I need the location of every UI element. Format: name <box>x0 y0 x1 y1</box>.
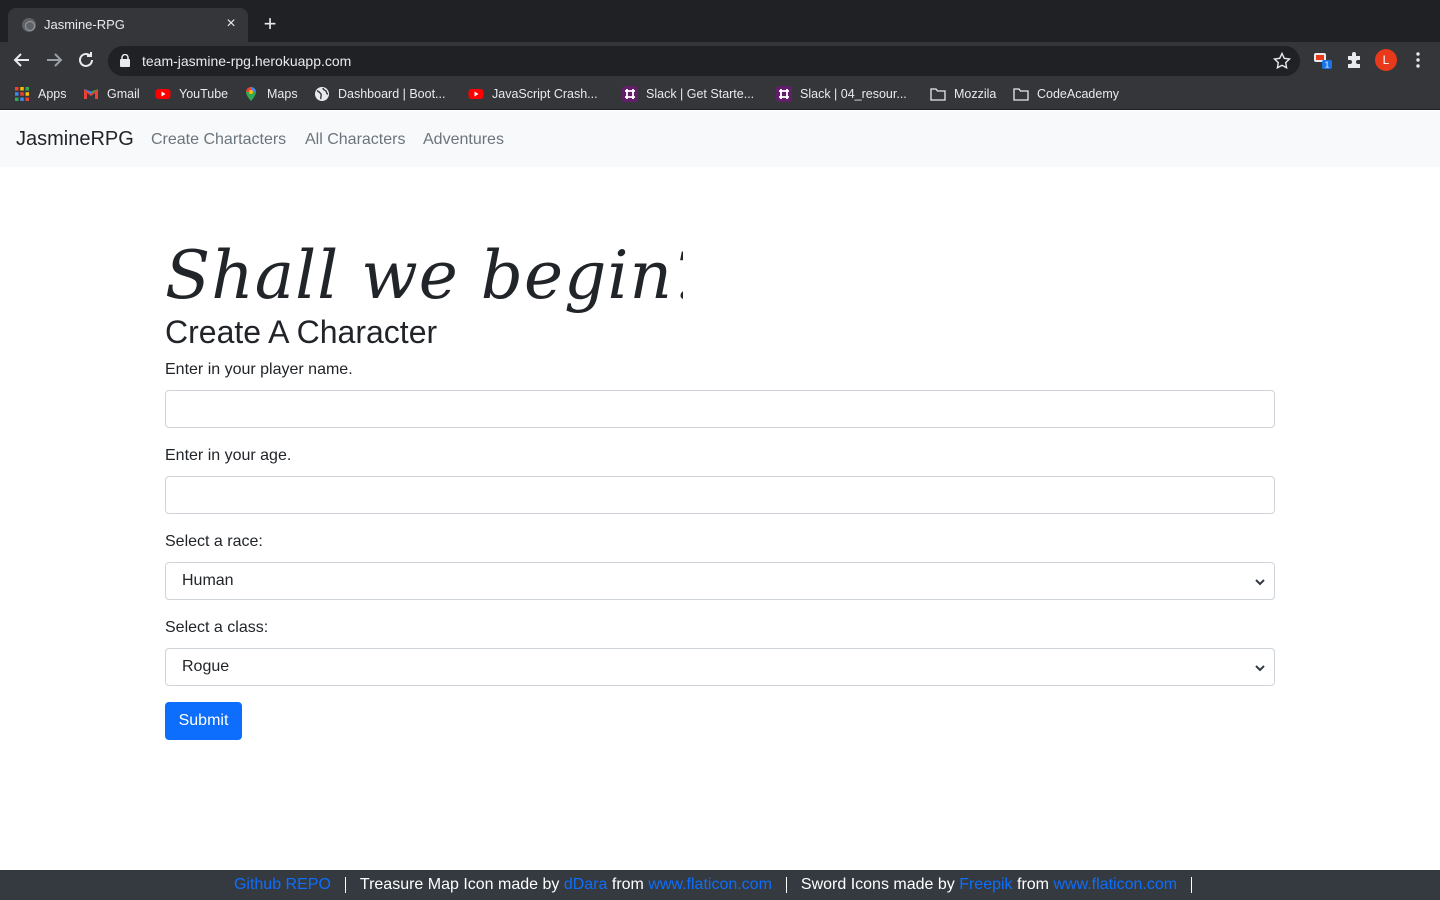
sword-credit-text: Sword Icons made by <box>800 876 960 893</box>
back-arrow-icon[interactable] <box>10 48 34 72</box>
age-label: Enter in your age. <box>165 447 292 464</box>
nav-create-characters[interactable]: Create Chartacters <box>151 131 286 149</box>
profile-avatar[interactable]: L <box>1375 49 1397 71</box>
footer: Github REPO Treasure Map Icon made by dD… <box>0 870 1440 900</box>
footer-divider <box>1191 877 1193 893</box>
bookmark-apps[interactable]: Apps <box>14 85 67 103</box>
github-repo-link[interactable]: Github REPO <box>234 876 331 894</box>
close-icon[interactable]: × <box>222 15 240 33</box>
browser-tab-strip: Jasmine-RPG × + <box>0 0 1440 42</box>
navbar-brand[interactable]: JasmineRPG <box>16 128 134 151</box>
reload-icon[interactable] <box>74 48 98 72</box>
youtube-icon <box>468 86 484 102</box>
bookmark-slack-resources[interactable]: Slack | 04_resour... <box>776 85 907 103</box>
bookmark-javascript-crash[interactable]: JavaScript Crash... <box>468 85 598 103</box>
bookmark-label: Mozzila <box>954 87 997 101</box>
bookmark-slack-get-started[interactable]: Slack | Get Starte... <box>622 85 754 103</box>
browser-toolbar: team-jasmine-rpg.herokuapp.com 1 L <box>0 42 1440 78</box>
bookmark-label: Gmail <box>107 87 140 101</box>
more-menu-icon[interactable] <box>1410 50 1426 70</box>
folder-icon <box>930 86 946 102</box>
player-name-label: Enter in your player name. <box>165 361 353 378</box>
class-label: Select a class: <box>165 619 269 636</box>
player-name-input[interactable] <box>165 390 1275 428</box>
race-selected-value: Human <box>182 572 234 589</box>
chevron-down-icon <box>1254 575 1266 587</box>
bookmark-folder-mozzila[interactable]: Mozzila <box>930 85 996 103</box>
maps-icon <box>243 86 259 102</box>
bookmark-label: Apps <box>38 87 67 101</box>
address-bar[interactable]: team-jasmine-rpg.herokuapp.com <box>108 46 1300 76</box>
youtube-icon <box>155 86 171 102</box>
bookmark-label: Slack | Get Starte... <box>646 87 755 101</box>
puzzle-icon[interactable] <box>1344 50 1364 70</box>
bookmarks-bar: Apps Gmail YouTube Maps Dashboard | Boot… <box>0 78 1440 110</box>
footer-divider <box>785 877 787 893</box>
bookmark-gmail[interactable]: Gmail <box>83 85 140 103</box>
class-select[interactable]: Rogue <box>165 648 1275 686</box>
folder-icon <box>1013 86 1029 102</box>
url-text: team-jasmine-rpg.herokuapp.com <box>142 53 352 69</box>
map-site-link[interactable]: www.flaticon.com <box>648 876 772 894</box>
slack-icon <box>622 86 638 102</box>
race-select[interactable]: Human <box>165 562 1275 600</box>
page-title: Create A Character <box>165 314 438 350</box>
bookmark-label: JavaScript Crash... <box>492 87 598 101</box>
gmail-icon <box>83 86 99 102</box>
extension-badge: 1 <box>1325 61 1330 70</box>
sword-author-link[interactable]: Freepik <box>959 876 1012 894</box>
bookmark-label: Maps <box>267 87 298 101</box>
race-label: Select a race: <box>165 533 263 550</box>
bookmark-label: YouTube <box>179 87 229 101</box>
forward-arrow-icon[interactable] <box>42 48 66 72</box>
from-text: from <box>607 876 649 893</box>
bookmark-youtube[interactable]: YouTube <box>155 85 228 103</box>
bookmark-label: Slack | 04_resour... <box>800 87 907 101</box>
extension-icon[interactable]: 1 <box>1313 50 1333 70</box>
globe-icon <box>314 86 330 102</box>
bookmark-star-icon[interactable] <box>1272 51 1292 71</box>
footer-divider <box>344 877 346 893</box>
from-text: from <box>1012 876 1054 893</box>
globe-icon <box>22 18 36 32</box>
age-input[interactable] <box>165 476 1275 514</box>
sword-site-link[interactable]: www.flaticon.com <box>1053 876 1177 894</box>
bookmark-dashboard[interactable]: Dashboard | Boot... <box>314 85 445 103</box>
browser-tab[interactable]: Jasmine-RPG × <box>8 8 248 42</box>
slack-icon <box>776 86 792 102</box>
lock-icon <box>120 53 130 67</box>
tab-title: Jasmine-RPG <box>44 17 125 32</box>
apps-grid-icon <box>14 86 30 102</box>
class-selected-value: Rogue <box>182 658 230 675</box>
bookmark-label: Dashboard | Boot... <box>338 87 446 101</box>
site-navbar: JasmineRPG Create Chartacters All Charac… <box>0 111 1440 167</box>
script-heading-text: Shall we begin? <box>165 237 683 314</box>
bookmark-label: CodeAcademy <box>1037 87 1119 101</box>
nav-adventures[interactable]: Adventures <box>423 131 504 149</box>
map-author-link[interactable]: dDara <box>564 876 608 894</box>
bookmark-folder-codeacademy[interactable]: CodeAcademy <box>1013 85 1119 103</box>
map-credit-text: Treasure Map Icon made by <box>359 876 564 893</box>
bookmark-maps[interactable]: Maps <box>243 85 298 103</box>
submit-button[interactable]: Submit <box>165 702 242 740</box>
chevron-down-icon <box>1254 661 1266 673</box>
nav-all-characters[interactable]: All Characters <box>305 131 405 149</box>
new-tab-button[interactable]: + <box>258 12 282 36</box>
